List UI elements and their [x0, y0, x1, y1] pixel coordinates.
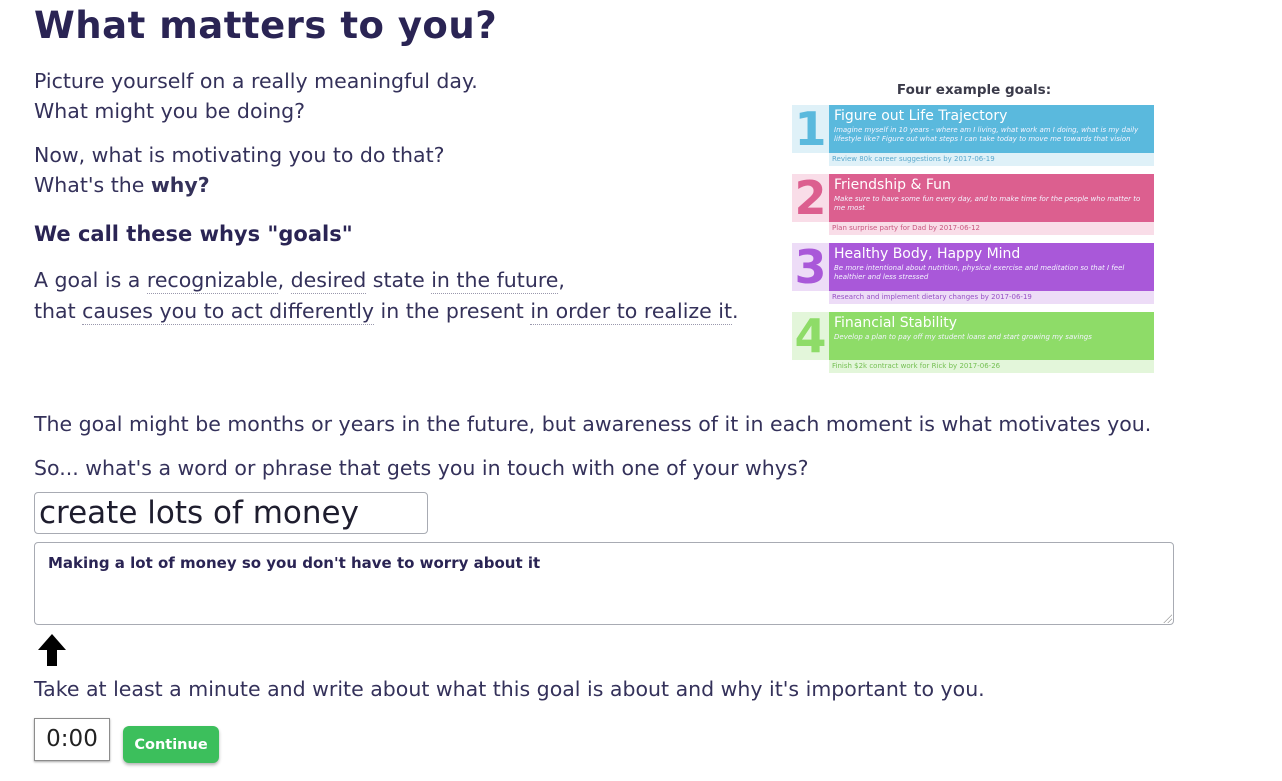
definition-line-2: that causes you to act differently in th… [34, 296, 739, 327]
continue-button[interactable]: Continue [123, 726, 219, 763]
example-goal-3: 3 Healthy Body, Happy Mind Be more inten… [792, 243, 1156, 312]
definition-text: . [732, 299, 739, 323]
definition-text: in the present [374, 299, 531, 323]
subgoal-by: by [980, 293, 989, 301]
intro-text: Picture yourself on a really meaningful … [34, 66, 478, 126]
definition-text: , [558, 268, 565, 292]
goal-description: Develop a plan to pay off my student loa… [834, 333, 1092, 341]
awareness-text: The goal might be months or years in the… [34, 412, 1152, 436]
motivation-line-2: What's the why? [34, 170, 445, 200]
subgoal-text: Finish $2k contract work for Rick [832, 362, 947, 370]
goal-card: Friendship & Fun Make sure to have some … [829, 174, 1154, 222]
goal-subgoal: Plan surprise party for Dad by 2017-06-1… [829, 222, 1154, 235]
goal-number: 2 [792, 174, 829, 222]
goal-card: Healthy Body, Happy Mind Be more intenti… [829, 243, 1154, 291]
definition-text: that [34, 299, 83, 323]
section-subheading: We call these whys "goals" [34, 222, 353, 246]
subgoal-text: Research and implement dietary changes [832, 293, 979, 301]
goal-card: Figure out Life Trajectory Imagine mysel… [829, 105, 1154, 153]
goal-description: Make sure to have some fun every day, an… [834, 195, 1141, 212]
intro-line-2: What might you be doing? [34, 99, 306, 123]
subgoal-text: Review 80k career suggestions [832, 155, 941, 163]
goal-card: Financial Stability Develop a plan to pa… [829, 312, 1154, 360]
subgoal-by: by [948, 362, 958, 370]
goal-description: Be more intentional about nutrition, phy… [834, 264, 1125, 281]
subgoal-date: 2017-06-19 [991, 293, 1032, 301]
resize-grip-icon[interactable] [1162, 613, 1172, 623]
example-goal-4: 4 Financial Stability Develop a plan to … [792, 312, 1156, 381]
goal-title: Friendship & Fun [834, 177, 951, 193]
goal-number: 4 [792, 312, 829, 360]
goal-description-textarea[interactable]: Making a lot of money so you don't have … [34, 542, 1174, 625]
goal-subgoal: Review 80k career suggestions by 2017-06… [829, 153, 1154, 166]
definition-text: state [366, 268, 432, 292]
example-goal-1: 1 Figure out Life Trajectory Imagine mys… [792, 105, 1156, 174]
subgoal-date: 2017-06-12 [939, 224, 980, 232]
motivation-line-1: Now, what is motivating you to do that? [34, 143, 445, 167]
goal-number: 1 [792, 105, 829, 153]
goal-number: 3 [792, 243, 829, 291]
subgoal-by: by [928, 224, 938, 232]
timer-display: 0:00 [34, 718, 110, 761]
motivation-why: why? [150, 173, 210, 197]
example-goal-2: 2 Friendship & Fun Make sure to have som… [792, 174, 1156, 243]
definition-line-1: A goal is a recognizable, desired state … [34, 265, 739, 296]
subgoal-text: Plan surprise party for Dad [832, 224, 927, 232]
prompt-text: So... what's a word or phrase that gets … [34, 456, 809, 480]
definition-text: A goal is a [34, 268, 147, 292]
page-title: What matters to you? [34, 4, 498, 47]
goal-subgoal: Finish $2k contract work for Rick by 201… [829, 360, 1154, 373]
subgoal-date: 2017-06-19 [954, 155, 995, 163]
goal-description: Imagine myself in 10 years - where am I … [834, 126, 1139, 143]
definition-text: , [277, 268, 291, 292]
goal-subgoal: Research and implement dietary changes b… [829, 291, 1154, 304]
goal-title: Healthy Body, Happy Mind [834, 246, 1021, 262]
motivation-text: Now, what is motivating you to do that? … [34, 140, 445, 200]
term-in-the-future[interactable]: in the future [431, 268, 559, 294]
subgoal-date: 2017-06-26 [959, 362, 1001, 370]
example-goals-panel: Four example goals: 1 Figure out Life Tr… [792, 82, 1156, 381]
instruction-text: Take at least a minute and write about w… [34, 677, 985, 701]
term-causes-you-to-act[interactable]: causes you to act differently [82, 299, 375, 325]
goal-input[interactable] [34, 492, 428, 534]
term-recognizable[interactable]: recognizable [146, 268, 278, 294]
goal-title: Financial Stability [834, 315, 958, 331]
term-in-order-to-realize[interactable]: in order to realize it [530, 299, 733, 325]
term-desired[interactable]: desired [290, 268, 367, 294]
examples-title: Four example goals: [896, 82, 1052, 98]
motivation-prefix: What's the [34, 173, 151, 197]
intro-line-1: Picture yourself on a really meaningful … [34, 69, 478, 93]
goal-definition: A goal is a recognizable, desired state … [34, 265, 739, 327]
up-arrow-icon [38, 634, 66, 666]
goal-title: Figure out Life Trajectory [834, 108, 1008, 124]
subgoal-by: by [943, 155, 952, 163]
